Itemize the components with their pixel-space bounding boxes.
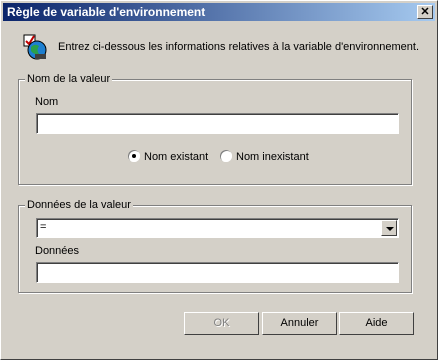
ok-label: OK	[213, 317, 230, 329]
data-label: Données	[35, 245, 80, 257]
ok-button[interactable]: OK	[184, 312, 259, 335]
chevron-down-icon[interactable]	[381, 220, 397, 236]
radio-existing-name[interactable]	[128, 150, 140, 162]
operator-value: =	[40, 221, 47, 233]
value-data-legend: Données de la valeur	[25, 199, 133, 211]
name-label: Nom	[35, 96, 59, 108]
operator-combobox[interactable]: =	[36, 218, 399, 238]
name-field[interactable]	[36, 113, 399, 134]
environment-variable-icon	[23, 34, 47, 60]
radio-existing-label[interactable]: Nom existant	[144, 151, 208, 163]
help-button[interactable]: Aide	[339, 312, 414, 335]
help-label: Aide	[365, 317, 388, 329]
close-button[interactable]: ✕	[417, 5, 433, 19]
cancel-label: Annuler	[280, 317, 319, 329]
value-name-group: Nom de la valeur Nom Nom existant Nom in…	[18, 73, 412, 185]
intro-text: Entrez ci-dessous les informations relat…	[58, 41, 419, 53]
value-name-legend: Nom de la valeur	[25, 73, 113, 85]
window-title: Règle de variable d'environnement	[7, 5, 206, 19]
data-field[interactable]	[36, 262, 399, 283]
dialog-window: Règle de variable d'environnement ✕ Entr…	[0, 0, 438, 360]
cancel-button[interactable]: Annuler	[262, 312, 337, 335]
title-bar[interactable]: Règle de variable d'environnement ✕	[3, 3, 435, 21]
radio-nonexisting-label[interactable]: Nom inexistant	[236, 151, 309, 163]
value-data-group: Données de la valeur = Données	[18, 199, 412, 293]
radio-nonexisting-name[interactable]	[220, 150, 232, 162]
